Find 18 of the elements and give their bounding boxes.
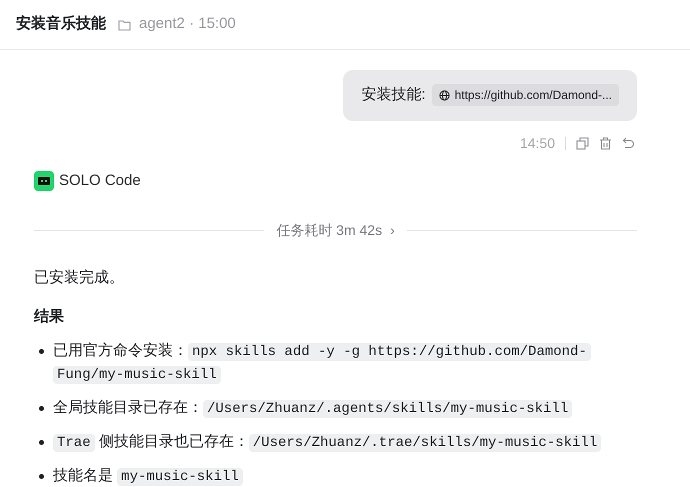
undo-icon[interactable] (622, 137, 635, 149)
folder-icon (118, 18, 131, 30)
robot-icon (34, 170, 54, 191)
globe-icon (438, 90, 450, 101)
duration-toggle[interactable]: 任务耗时 3m 42s › (276, 220, 395, 241)
list-item-text: 全局技能目录已存在： /Users/Zhuanz/.agents/skills/my-music-skill (53, 397, 637, 420)
copy-icon[interactable] (576, 136, 589, 150)
list-item-text: Trae 侧技能目录也已存在： /Users/Zhuanz/.trae/skills/my-music-skill (53, 431, 637, 454)
response-intro: 已安装完成。 (34, 268, 125, 288)
conversation-title: 安装音乐技能 (16, 14, 106, 34)
conversation-meta: agent2 · 15:00 (139, 14, 236, 34)
link-chip[interactable]: https://github.com/Damond-... (432, 84, 619, 106)
trash-icon[interactable] (599, 136, 612, 150)
list-item-text: 技能名是 my-music-skill (53, 465, 637, 487)
message-time: 14:50 (520, 134, 555, 152)
agent-name: SOLO Code (59, 170, 141, 190)
section-heading: 结果 (34, 306, 65, 326)
message-label: 安装技能: (361, 85, 426, 105)
